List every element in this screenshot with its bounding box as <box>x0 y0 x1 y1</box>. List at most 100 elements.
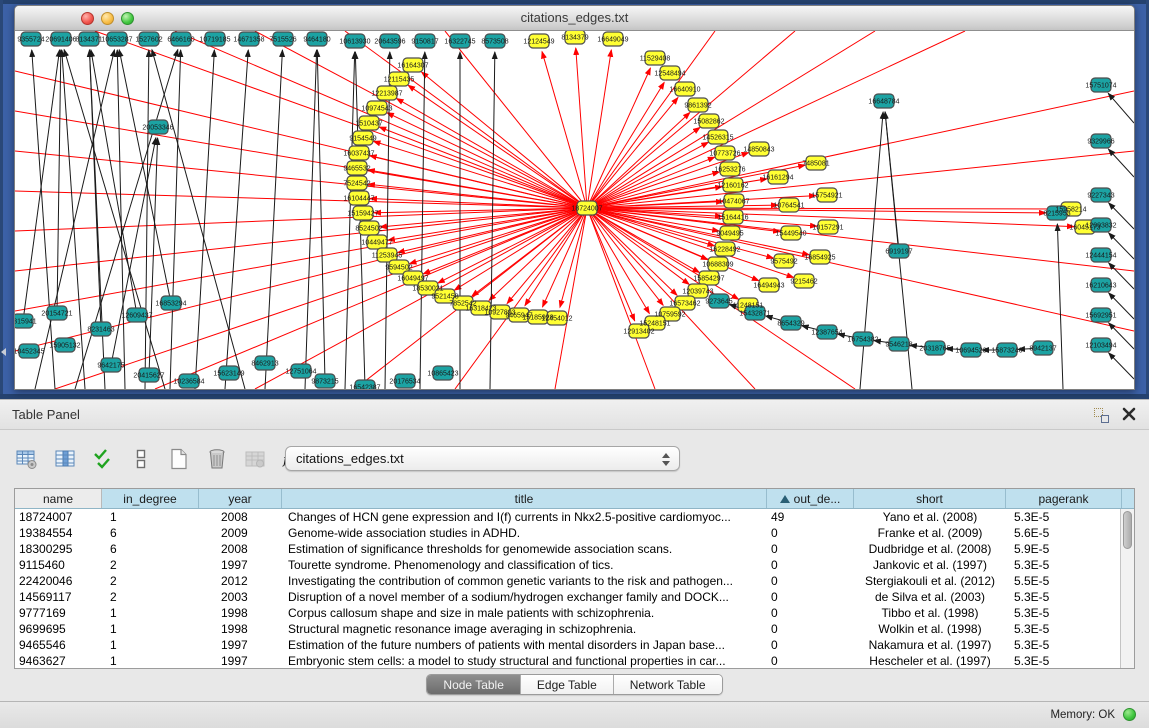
table-cell: Tourette syndrome. Phenomenology and cla… <box>282 557 767 573</box>
graph-node-label: 9642175 <box>97 363 124 370</box>
graph-node-label: 16037437 <box>343 151 374 158</box>
citation-network-graph[interactable]: 1872400716164307121154351221398710974543… <box>15 31 1134 389</box>
graph-node-label: 16754382 <box>847 337 878 344</box>
table-cell: Genome-wide association studies in ADHD. <box>282 525 767 541</box>
table-row[interactable]: 1872400712008Changes of HCN gene express… <box>15 509 1134 525</box>
table-cell: Jankovic et al. (1997) <box>854 557 1006 573</box>
sort-ascending-icon <box>780 495 790 503</box>
graph-node-label: 8573508 <box>481 39 508 46</box>
table-row[interactable]: 2242004622012Investigating the contribut… <box>15 573 1134 589</box>
table-cell: 18300295 <box>15 541 102 557</box>
panel-collapse-arrow-icon[interactable] <box>1 348 6 356</box>
table-row[interactable]: 946554611997Estimation of the future num… <box>15 637 1134 653</box>
table-cell: 9115460 <box>15 557 102 573</box>
graph-node-label: 9594502 <box>385 265 412 272</box>
graph-node-label: 15248151 <box>639 321 670 328</box>
column-header-short[interactable]: short <box>854 489 1006 508</box>
column-header-name[interactable]: name <box>15 489 102 508</box>
table-cell: 2009 <box>199 525 282 541</box>
tab-node-table[interactable]: Node Table <box>427 675 521 694</box>
scrollbar-thumb[interactable] <box>1123 511 1132 549</box>
graph-node-label: 15432871 <box>739 311 770 318</box>
graph-node-label: 12039743 <box>682 289 713 296</box>
graph-node-label: 10688309 <box>702 262 733 269</box>
delete-table-icon[interactable] <box>242 446 268 472</box>
table-body: 1872400712008Changes of HCN gene express… <box>15 509 1134 669</box>
network-canvas[interactable]: 1872400716164307121154351221398710974543… <box>15 31 1134 389</box>
window-titlebar[interactable]: citations_edges.txt <box>15 6 1134 31</box>
table-cell: 0 <box>767 589 854 605</box>
graph-node-label: 8231463 <box>87 327 114 334</box>
table-type-tabs: Node TableEdge TableNetwork Table <box>0 674 1149 695</box>
table-cell: Yano et al. (2008) <box>854 509 1006 525</box>
new-column-icon[interactable] <box>166 446 192 472</box>
graph-node-label: 7485081 <box>802 161 829 168</box>
graph-node-label: 16640910 <box>669 87 700 94</box>
graph-node-label: 16049497 <box>397 276 428 283</box>
unselect-all-icon[interactable] <box>128 446 154 472</box>
graph-node-label: 20176534 <box>389 379 420 386</box>
graph-node-label: 16648784 <box>868 99 899 106</box>
column-header-title[interactable]: title <box>282 489 767 508</box>
table-cell: 2003 <box>199 589 282 605</box>
graph-node-label: 1527602 <box>135 37 162 44</box>
table-row[interactable]: 1456911722003Disruption of a novel membe… <box>15 589 1134 605</box>
graph-node-label: 6919197 <box>885 249 912 256</box>
graph-node-label: 9465532 <box>343 166 370 173</box>
table-row[interactable]: 1938455462009Genome-wide association stu… <box>15 525 1134 541</box>
graph-node-label: 16573462 <box>669 301 700 308</box>
float-panel-icon[interactable] <box>1094 408 1109 423</box>
table-cell: 6 <box>102 525 199 541</box>
graph-node-label: 15082862 <box>693 119 724 126</box>
table-cell: 5.3E-5 <box>1006 605 1122 621</box>
table-row[interactable]: 969969511998Structural magnetic resonanc… <box>15 621 1134 637</box>
graph-node-label: 20691406 <box>45 37 76 44</box>
table-cell: Structural magnetic resonance image aver… <box>282 621 767 637</box>
table-vertical-scrollbar[interactable] <box>1120 509 1134 668</box>
dropdown-arrows-icon <box>662 452 671 467</box>
column-header-year[interactable]: year <box>199 489 282 508</box>
table-row[interactable]: 977716911998Corpus callosum shape and si… <box>15 605 1134 621</box>
table-cell: Dudbridge et al. (2008) <box>854 541 1006 557</box>
table-row[interactable]: 1830029562008Estimation of significance … <box>15 541 1134 557</box>
select-all-icon[interactable] <box>90 446 116 472</box>
table-row[interactable]: 911546021997Tourette syndrome. Phenomeno… <box>15 557 1134 573</box>
graph-node-label: 16649049 <box>597 37 628 44</box>
graph-node-label: 16253276 <box>714 167 745 174</box>
network-view-window: citations_edges.txt 18724007161643071211… <box>14 5 1135 390</box>
graph-node-label: 20318765 <box>919 346 950 353</box>
table-cell: 6 <box>102 541 199 557</box>
table-cell: 1997 <box>199 653 282 669</box>
table-cell: 5.3E-5 <box>1006 509 1122 525</box>
column-header-pagerank[interactable]: pagerank <box>1006 489 1122 508</box>
table-cell: 2008 <box>199 541 282 557</box>
graph-node-label: 9355724 <box>17 37 44 44</box>
graph-node-label: 20053346 <box>142 125 173 132</box>
table-cell: 2 <box>102 557 199 573</box>
graph-node-label: 8524502 <box>355 226 382 233</box>
graph-node-label: 9150817 <box>411 39 438 46</box>
graph-node-label: 9873215 <box>311 379 338 386</box>
graph-node-label: 12124549 <box>523 39 554 46</box>
table-row[interactable]: 946362711997Embryonic stem cells: a mode… <box>15 653 1134 669</box>
memory-status-indicator[interactable] <box>1123 708 1136 721</box>
tab-edge-table[interactable]: Edge Table <box>521 675 614 694</box>
graph-node-label: 9329966 <box>1087 139 1114 146</box>
tab-network-table[interactable]: Network Table <box>614 675 722 694</box>
graph-node-label: 14526315 <box>702 135 733 142</box>
table-selector-dropdown[interactable]: citations_edges.txt <box>285 446 680 471</box>
table-mode-icon[interactable] <box>14 446 40 472</box>
show-columns-icon[interactable] <box>52 446 78 472</box>
table-cell: 1 <box>102 637 199 653</box>
column-header-in-degree[interactable]: in_degree <box>102 489 199 508</box>
close-panel-icon[interactable] <box>1121 406 1137 422</box>
status-bar: Memory: OK <box>0 701 1149 728</box>
graph-node-label: 12213987 <box>371 91 402 98</box>
table-cell: 9699695 <box>15 621 102 637</box>
delete-column-icon[interactable] <box>204 446 230 472</box>
column-header-out-de-[interactable]: out_de... <box>767 489 854 508</box>
table-cell: de Silva et al. (2003) <box>854 589 1006 605</box>
graph-node-label: 7515526 <box>269 37 296 44</box>
table-cell: 9463627 <box>15 653 102 669</box>
table-cell: 5.3E-5 <box>1006 637 1122 653</box>
